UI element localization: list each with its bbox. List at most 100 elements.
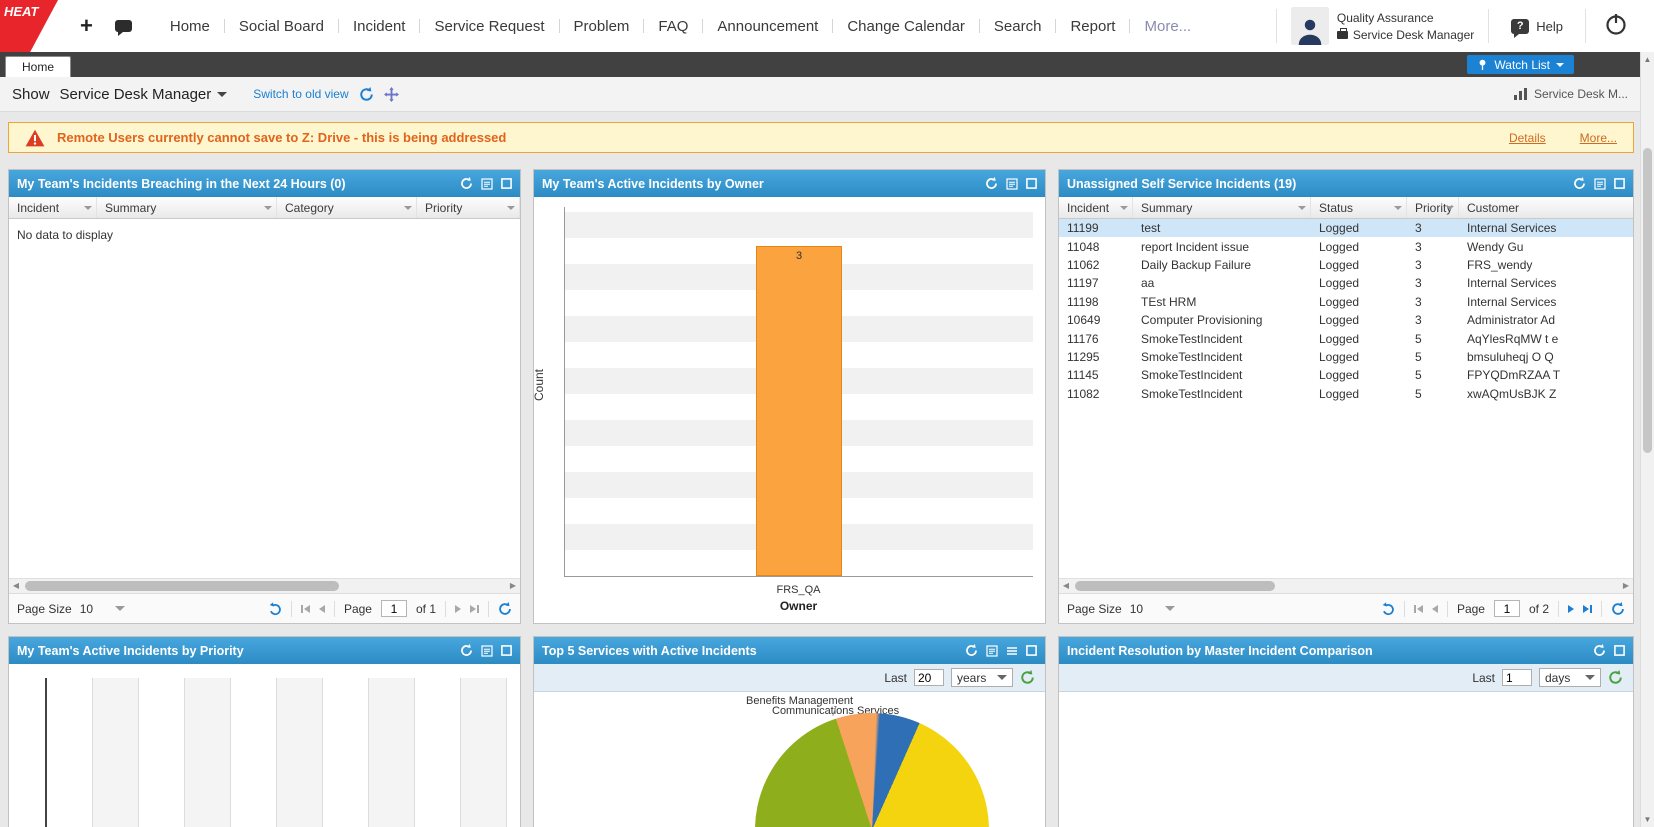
page-size-value[interactable]: 10 <box>80 602 93 616</box>
table-row[interactable]: 11062Daily Backup FailureLogged3FRS_wend… <box>1059 256 1633 274</box>
watch-list-button[interactable]: Watch List <box>1467 55 1574 74</box>
refresh-icon[interactable] <box>460 644 473 657</box>
last-value-input[interactable] <box>914 669 944 686</box>
dashboard-selector-button[interactable]: Service Desk M... <box>1514 87 1628 101</box>
page-vertical-scrollbar[interactable]: ▲ ▼ <box>1640 52 1654 827</box>
form-icon[interactable] <box>1594 178 1606 190</box>
bar-chart[interactable] <box>9 664 520 827</box>
filter-caret-icon[interactable] <box>404 206 412 210</box>
refresh-icon[interactable] <box>1593 644 1606 657</box>
horizontal-scrollbar[interactable]: ◀ ▶ <box>1059 578 1633 593</box>
scroll-right-icon[interactable]: ▶ <box>1619 579 1633 593</box>
add-icon[interactable]: + <box>80 13 93 39</box>
apply-refresh-icon[interactable] <box>1020 670 1035 685</box>
refresh-icon[interactable] <box>1573 177 1586 190</box>
maximize-icon[interactable] <box>501 645 512 656</box>
last-page-button[interactable] <box>1583 605 1592 613</box>
bar-chart[interactable]: Count 3 FRS_QA Owner <box>534 197 1045 623</box>
filter-caret-icon[interactable] <box>84 206 92 210</box>
user-menu[interactable]: Quality Assurance Service Desk Manager <box>1277 7 1488 45</box>
table-row[interactable]: 11197aaLogged3Internal Services <box>1059 274 1633 292</box>
column-summary[interactable]: Summary <box>97 197 277 218</box>
refresh-grid-icon[interactable] <box>1611 602 1625 616</box>
table-row[interactable]: 11295SmokeTestIncidentLogged5bmsuluheqj … <box>1059 348 1633 366</box>
retrieve-icon[interactable] <box>268 602 282 616</box>
scroll-down-icon[interactable]: ▼ <box>1641 815 1654 824</box>
nav-problem[interactable]: Problem <box>560 18 644 35</box>
form-icon[interactable] <box>481 178 493 190</box>
maximize-icon[interactable] <box>1026 645 1037 656</box>
scrollbar-thumb[interactable] <box>1643 148 1652 453</box>
nav-service-request[interactable]: Service Request <box>420 18 558 35</box>
nav-report[interactable]: Report <box>1056 18 1129 35</box>
next-page-button[interactable] <box>1568 605 1574 613</box>
help-button[interactable]: ? Help <box>1489 19 1585 34</box>
list-icon[interactable] <box>1006 645 1018 657</box>
view-selector[interactable]: Service Desk Manager <box>60 86 228 103</box>
nav-search[interactable]: Search <box>980 18 1056 35</box>
apply-refresh-icon[interactable] <box>1608 670 1623 685</box>
logout-button[interactable] <box>1586 12 1654 41</box>
column-incident[interactable]: Incident <box>9 197 97 218</box>
alert-details-link[interactable]: Details <box>1509 131 1546 145</box>
column-category[interactable]: Category <box>277 197 417 218</box>
column-customer[interactable]: Customer <box>1459 197 1633 218</box>
scrollbar-thumb[interactable] <box>1075 581 1275 591</box>
refresh-icon[interactable] <box>460 177 473 190</box>
nav-more[interactable]: More... <box>1130 18 1205 35</box>
pie-slices[interactable] <box>755 713 989 827</box>
nav-incident[interactable]: Incident <box>339 18 420 35</box>
column-status[interactable]: Status <box>1311 197 1407 218</box>
horizontal-scrollbar[interactable]: ◀ ▶ <box>9 578 520 593</box>
table-row[interactable]: 11198TEst HRMLogged3Internal Services <box>1059 293 1633 311</box>
table-row[interactable]: 10649Computer ProvisioningLogged3Adminis… <box>1059 311 1633 329</box>
form-icon[interactable] <box>1006 178 1018 190</box>
nav-social-board[interactable]: Social Board <box>225 18 338 35</box>
table-row[interactable]: 11145SmokeTestIncidentLogged5FPYQDmRZAA … <box>1059 366 1633 384</box>
chat-icon[interactable] <box>115 20 132 32</box>
maximize-icon[interactable] <box>1026 178 1037 189</box>
form-icon[interactable] <box>986 645 998 657</box>
column-incident[interactable]: Incident <box>1059 197 1133 218</box>
scroll-right-icon[interactable]: ▶ <box>506 579 520 593</box>
page-input[interactable] <box>1494 600 1520 617</box>
filter-caret-icon[interactable] <box>1298 206 1306 210</box>
refresh-icon[interactable] <box>965 644 978 657</box>
filter-caret-icon[interactable] <box>264 206 272 210</box>
maximize-icon[interactable] <box>1614 645 1625 656</box>
refresh-view-icon[interactable] <box>359 87 374 102</box>
switch-old-view-link[interactable]: Switch to old view <box>253 87 348 101</box>
bar-frs-qa[interactable]: 3 <box>756 246 842 576</box>
maximize-icon[interactable] <box>501 178 512 189</box>
scroll-left-icon[interactable]: ◀ <box>9 579 23 593</box>
expand-dashboard-icon[interactable] <box>384 87 399 102</box>
page-input[interactable] <box>381 600 407 617</box>
table-row[interactable]: 11082SmokeTestIncidentLogged5xwAQmUsBJK … <box>1059 385 1633 403</box>
next-page-button[interactable] <box>455 605 461 613</box>
scroll-up-icon[interactable]: ▲ <box>1641 55 1654 64</box>
nav-faq[interactable]: FAQ <box>644 18 702 35</box>
unit-select[interactable]: years <box>951 668 1013 687</box>
tab-home[interactable]: Home <box>5 56 71 77</box>
column-summary[interactable]: Summary <box>1133 197 1311 218</box>
table-row[interactable]: 11176SmokeTestIncidentLogged5AqYlesRqMW … <box>1059 329 1633 347</box>
filter-caret-icon[interactable] <box>1120 206 1128 210</box>
retrieve-icon[interactable] <box>1381 602 1395 616</box>
table-row[interactable]: 11199testLogged3Internal Services <box>1059 219 1633 237</box>
filter-caret-icon[interactable] <box>1446 206 1454 210</box>
heat-logo[interactable]: HEAT <box>0 0 58 52</box>
form-icon[interactable] <box>481 645 493 657</box>
maximize-icon[interactable] <box>1614 178 1625 189</box>
filter-caret-icon[interactable] <box>507 206 515 210</box>
refresh-icon[interactable] <box>985 177 998 190</box>
unit-select[interactable]: days <box>1539 668 1601 687</box>
page-size-value[interactable]: 10 <box>1130 602 1143 616</box>
filter-caret-icon[interactable] <box>1394 206 1402 210</box>
scrollbar-thumb[interactable] <box>25 581 339 591</box>
nav-home[interactable]: Home <box>156 18 224 35</box>
nav-change-calendar[interactable]: Change Calendar <box>833 18 979 35</box>
last-page-button[interactable] <box>470 605 479 613</box>
prev-page-button[interactable] <box>1432 605 1438 613</box>
first-page-button[interactable] <box>1414 605 1423 613</box>
page-size-caret-icon[interactable] <box>1165 606 1175 611</box>
